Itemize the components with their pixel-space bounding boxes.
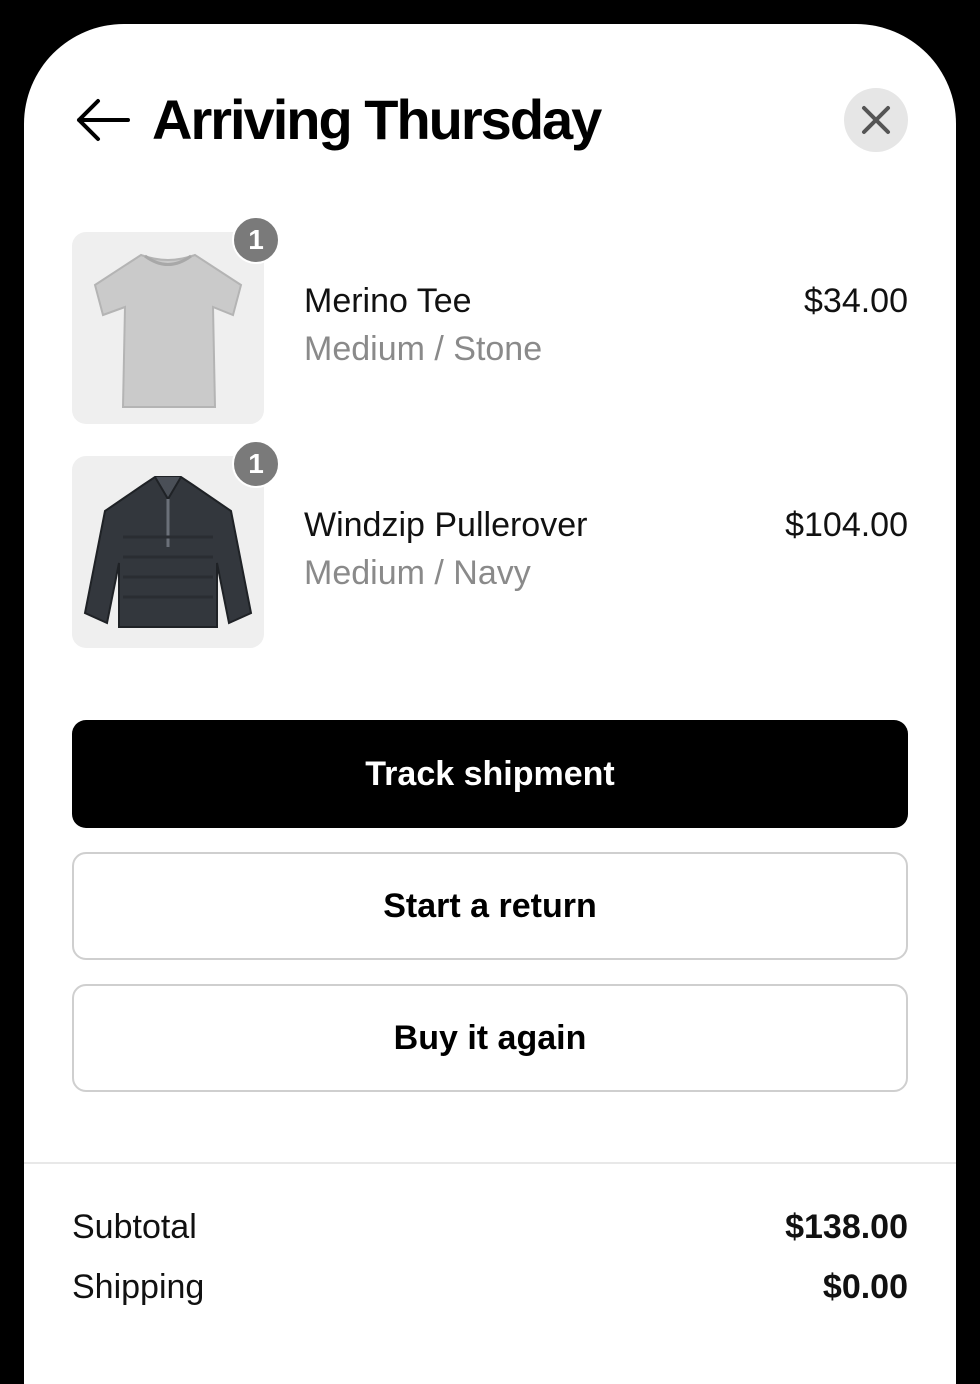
item-price: $34.00 (804, 282, 908, 320)
quantity-badge: 1 (232, 216, 280, 264)
item-name: Windzip Pullerover (304, 506, 588, 544)
divider (24, 1162, 956, 1164)
page-title: Arriving Thursday (152, 88, 602, 151)
product-image (72, 456, 264, 648)
subtotal-label: Subtotal (72, 1208, 197, 1246)
item-variant: Medium / Stone (304, 330, 543, 368)
subtotal-row: Subtotal $138.00 (72, 1208, 908, 1252)
shipping-row: Shipping $0.00 (72, 1268, 908, 1312)
buy-again-button[interactable]: Buy it again (72, 984, 908, 1092)
close-icon (862, 106, 890, 134)
order-item[interactable]: 1 Merino Tee Medium / Stone $34.00 (72, 216, 908, 424)
arrow-left-icon (77, 99, 130, 141)
order-item[interactable]: 1 Windzip Pullerover Medium / Navy $104.… (72, 440, 908, 648)
pullover-image (83, 476, 253, 628)
tshirt-image (93, 253, 243, 408)
track-shipment-button[interactable]: Track shipment (72, 720, 908, 828)
close-button[interactable] (844, 88, 908, 152)
back-button[interactable] (74, 94, 132, 146)
item-variant: Medium / Navy (304, 554, 531, 592)
item-price: $104.00 (785, 506, 908, 544)
shipping-label: Shipping (72, 1268, 205, 1306)
subtotal-value: $138.00 (785, 1208, 908, 1246)
order-detail-sheet: Arriving Thursday 1 Merino Tee Medium / … (24, 24, 956, 1384)
start-return-button[interactable]: Start a return (72, 852, 908, 960)
shipping-value: $0.00 (822, 1268, 908, 1306)
product-image (72, 232, 264, 424)
quantity-badge: 1 (232, 440, 280, 488)
item-name: Merino Tee (304, 282, 472, 320)
